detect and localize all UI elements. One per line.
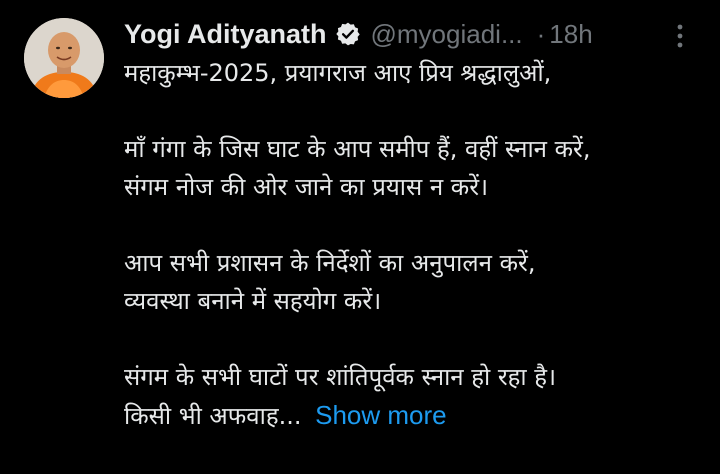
separator-dot: · bbox=[536, 18, 546, 49]
tweet-text-line: व्यवस्था बनाने में सहयोग करें। bbox=[124, 287, 382, 315]
verified-badge-icon[interactable] bbox=[335, 21, 361, 47]
tweet-timestamp[interactable]: 18h bbox=[549, 19, 592, 50]
tweet[interactable]: Yogi Adityanath @myogiadi... · 18h महाकु… bbox=[0, 0, 720, 474]
tweet-text: महाकुम्भ-2025, प्रयागराज आए प्रिय श्रद्ध… bbox=[124, 54, 714, 435]
tweet-text-line: माँ गंगा के जिस घाट के आप समीप हैं, वहीं… bbox=[124, 135, 591, 163]
author-display-name[interactable]: Yogi Adityanath bbox=[124, 19, 327, 50]
tweet-text-line: महाकुम्भ-2025, प्रयागराज आए प्रिय श्रद्ध… bbox=[124, 59, 552, 87]
tweet-text-line: आप सभी प्रशासन के निर्देशों का अनुपालन क… bbox=[124, 249, 536, 277]
tweet-text-line: संगम नोज की ओर जाने का प्रयास न करें। bbox=[124, 173, 489, 201]
author-avatar[interactable] bbox=[24, 18, 104, 98]
tweet-header: Yogi Adityanath @myogiadi... · 18h bbox=[124, 14, 593, 54]
tweet-text-truncated: किसी भी अफवाह... bbox=[124, 402, 302, 430]
tweet-text-line: संगम के सभी घाटों पर शांतिपूर्वक स्नान ह… bbox=[124, 363, 557, 391]
show-more-link[interactable]: Show more bbox=[315, 400, 447, 430]
more-options-icon[interactable] bbox=[670, 22, 690, 50]
tweet-text-last-line: किसी भी अफवाह... Show more bbox=[124, 396, 714, 435]
avatar-image bbox=[24, 18, 104, 98]
author-handle[interactable]: @myogiadi... bbox=[371, 19, 523, 50]
